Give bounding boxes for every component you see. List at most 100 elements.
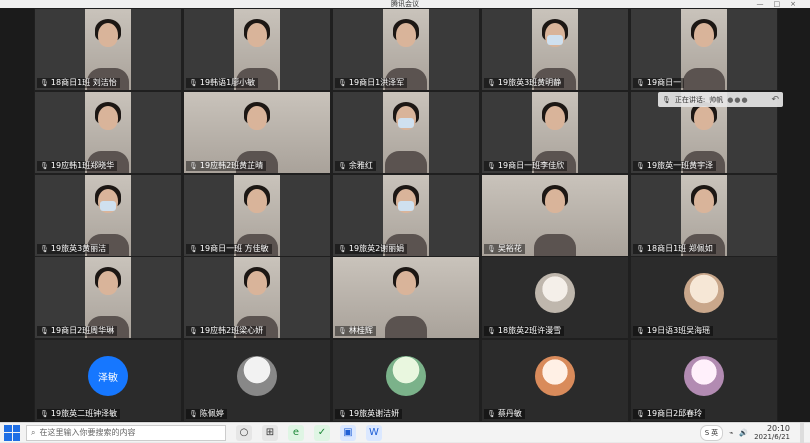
participant-avatar: [684, 273, 724, 314]
participant-name: 19日语3班吴海瑶: [646, 326, 711, 336]
taskbar: ⌕ 在这里输入你要搜索的内容 ○ ⊞ e ✓ ▣ W S 英 ⌁ 🔊 20:10…: [0, 422, 810, 443]
participant-tile[interactable]: 🎙 19旅英3班黄明静: [482, 9, 628, 90]
clock[interactable]: 20:10 2021/6/21: [754, 424, 790, 441]
cortana-icon[interactable]: ○: [236, 424, 252, 441]
participant-name-tag: 🎙 19日语3班吴海瑶: [633, 326, 714, 337]
microphone-icon: 🎙: [189, 161, 198, 170]
participant-name-tag: 🎙 19商日2班周华琳: [37, 326, 118, 337]
participant-name: 19旅英2谢丽娟: [348, 243, 405, 253]
participant-tile[interactable]: 🎙 陈佩婷: [184, 340, 330, 421]
participant-tile[interactable]: 🎙 19应韩1班郑晓华: [35, 91, 181, 173]
ime-indicator[interactable]: S 英: [699, 424, 724, 441]
participant-name-tag: 🎙 19旅英谢洁妍: [335, 409, 403, 419]
word-icon[interactable]: W: [366, 424, 382, 441]
participant-name: 19应韩2班黄芷晴: [199, 160, 264, 170]
participant-tile[interactable]: 🎙 18商日1班 刘洁怡: [35, 9, 181, 90]
window-title: 腾讯会议: [391, 0, 419, 8]
task-view-icon[interactable]: ⊞: [262, 424, 278, 441]
meeting-app-icon[interactable]: ▣: [340, 424, 356, 441]
app-check-icon[interactable]: ✓: [314, 424, 330, 441]
volume-icon[interactable]: 🔊: [739, 429, 748, 437]
participant-name-tag: 🎙 19旅英3班黄明静: [484, 78, 565, 88]
participant-tile[interactable]: 🎙 19商日1洪泽军: [333, 9, 479, 90]
search-icon: ⌕: [31, 427, 36, 437]
speaker-name: 帅帆: [709, 95, 724, 104]
participant-tile[interactable]: 🎙 19应韩2班黄芷晴: [184, 91, 330, 173]
microphone-icon: 🎙: [636, 79, 645, 87]
microphone-icon: 🎙: [487, 161, 496, 170]
network-icon[interactable]: ⌁: [729, 429, 733, 437]
participant-name: 19旅英谢洁妍: [348, 409, 400, 418]
window-titlebar: 腾讯会议 —□×: [0, 0, 810, 8]
participant-name: 19商日2班周华琳: [50, 326, 115, 336]
right-margin: [778, 8, 810, 422]
participant-avatar: [535, 356, 575, 396]
participant-tile[interactable]: 🎙 19韩语1廖小敏: [184, 9, 330, 90]
person-face: [694, 23, 714, 47]
participant-tile[interactable]: 🎙 19商日一: [631, 9, 777, 90]
edge-icon[interactable]: e: [288, 424, 304, 441]
minimize-icon[interactable]: —: [757, 0, 774, 8]
participant-tile[interactable]: 🎙 18旅英2班许漫雪: [482, 257, 628, 339]
participant-name-tag: 🎙 19应韩2班黄芷晴: [186, 160, 267, 171]
speaker-icon: 🎙: [662, 95, 671, 104]
participant-name: 19旅英二班钟泽敏: [50, 409, 118, 418]
person-face: [247, 271, 267, 296]
participant-tile[interactable]: 🎙 19商日2班周华琳: [35, 257, 181, 339]
microphone-icon: 🎙: [487, 327, 496, 336]
participant-tile[interactable]: 🎙 19商日一班李佳欣: [482, 91, 628, 173]
participant-tile[interactable]: 🎙 蔡丹敏: [482, 340, 628, 421]
participant-name: 18商日1班 郑佩如: [646, 243, 713, 253]
microphone-icon: 🎙: [40, 244, 49, 253]
taskbar-search[interactable]: ⌕ 在这里输入你要搜索的内容: [26, 424, 226, 441]
participant-name: 余雅红: [348, 160, 373, 170]
window-controls[interactable]: —□×: [757, 0, 807, 8]
windows-start-icon[interactable]: [4, 424, 20, 441]
back-arrow-icon[interactable]: ↶: [771, 95, 779, 105]
participant-name: 19旅英一班黄宇泽: [646, 160, 714, 170]
participant-tile[interactable]: 🎙 19商日一班 方佳敏: [184, 174, 330, 256]
search-placeholder: 在这里输入你要搜索的内容: [39, 428, 136, 437]
microphone-icon: 🎙: [189, 79, 198, 87]
speaking-label: 正在讲话:: [674, 95, 706, 104]
participant-name: 19商日2邱春玲: [646, 409, 703, 418]
person-body: [385, 316, 427, 339]
participant-tile[interactable]: 🎙 林桂辉: [333, 257, 479, 339]
participant-tile[interactable]: 泽敏 🎙 19旅英二班钟泽敏: [35, 340, 181, 421]
participant-name-tag: 🎙 吴裕花: [484, 243, 525, 254]
participant-name: 19商日1洪泽军: [348, 78, 405, 87]
show-desktop[interactable]: [800, 422, 804, 443]
meeting-area: 🎙 18商日1班 刘洁怡 🎙 19韩语1廖小敏 🎙 19商日1洪泽军 🎙 19旅英3班黄明静 🎙…: [0, 8, 810, 422]
participant-name: 19旅英3班黄明静: [497, 78, 562, 87]
participant-name: 19商日一班 方佳敏: [199, 243, 269, 253]
participant-tile[interactable]: 🎙 19旅英3黄丽洁: [35, 174, 181, 256]
participant-name-tag: 🎙 19韩语1廖小敏: [186, 78, 259, 88]
participant-name: 吴裕花: [497, 243, 522, 253]
participant-name-tag: 🎙 余雅红: [335, 160, 376, 171]
participant-tile[interactable]: 🎙 19应韩2班梁心妍: [184, 257, 330, 339]
person-face: [98, 105, 118, 130]
face-mask: [398, 117, 414, 128]
maximize-icon[interactable]: □: [774, 0, 791, 8]
participant-name: 19韩语1廖小敏: [199, 78, 256, 87]
person-face: [396, 23, 416, 47]
participant-tile[interactable]: 🎙 19日语3班吴海瑶: [631, 257, 777, 339]
participant-tile[interactable]: 🎙 19旅英2谢丽娟: [333, 174, 479, 256]
person-body: [683, 68, 725, 90]
participant-avatar: [386, 356, 426, 396]
participant-name: 18商日1班 刘洁怡: [50, 78, 117, 87]
speaking-indicator[interactable]: 🎙 正在讲话: 帅帆 ●●● ↶: [658, 92, 783, 107]
microphone-icon: 🎙: [40, 327, 49, 336]
participant-tile[interactable]: 🎙 余雅红: [333, 91, 479, 173]
participant-tile[interactable]: 🎙 19商日2邱春玲: [631, 340, 777, 421]
close-icon[interactable]: ×: [790, 0, 806, 8]
participant-tile[interactable]: 🎙 吴裕花: [482, 174, 628, 256]
microphone-icon: 🎙: [338, 161, 347, 170]
participant-name-tag: 🎙 陈佩婷: [186, 409, 227, 419]
person-face: [247, 105, 267, 130]
participant-tile[interactable]: 🎙 19旅英谢洁妍: [333, 340, 479, 421]
participant-avatar: 泽敏: [88, 356, 128, 396]
participant-tile[interactable]: 🎙 18商日1班 郑佩如: [631, 174, 777, 256]
participant-grid: 🎙 18商日1班 刘洁怡 🎙 19韩语1廖小敏 🎙 19商日1洪泽军 🎙 19旅英3班黄明静 🎙…: [35, 9, 778, 421]
microphone-icon: 🎙: [636, 327, 645, 336]
